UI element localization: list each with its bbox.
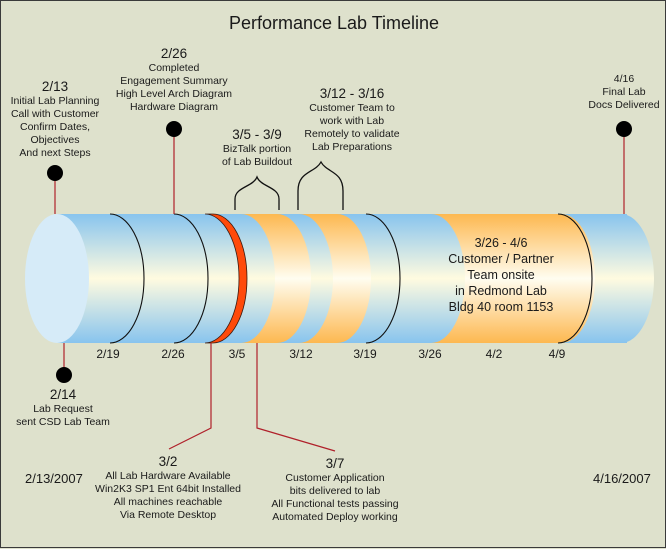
tick-label: 4/2	[485, 347, 503, 361]
milestone-4-16: 4/16 Final Lab Docs Delivered	[584, 73, 664, 112]
onsite-line: Bldg 40 room 1153	[448, 300, 554, 314]
milestone-line: Call with Customer	[10, 108, 100, 120]
tick-label: 2/26	[161, 347, 185, 361]
brace-3-12-3-16	[297, 160, 344, 210]
milestone-3-7: 3/7 Customer Application bits delivered …	[265, 456, 405, 524]
range-line: work with Lab	[319, 115, 385, 127]
milestone-date: 2/14	[49, 387, 77, 402]
onsite-line: Customer / Partner	[448, 252, 554, 266]
milestone-line: All Lab Hardware Available	[105, 470, 231, 482]
range-line: Lab Preparations	[312, 141, 392, 153]
milestone-3-2: 3/2 All Lab Hardware Available Win2K3 SP…	[91, 454, 245, 522]
milestone-line: Lab Request	[33, 403, 93, 415]
tube-end-cap	[621, 214, 655, 343]
milestone-line: Customer Application	[285, 472, 385, 484]
milestone-line: All machines reachable	[113, 496, 223, 508]
milestone-line: All Functional tests passing	[271, 498, 399, 510]
tick-label: 3/12	[289, 347, 313, 361]
milestone-2-13: 2/13 Initial Lab Planning Call with Cust…	[5, 79, 105, 160]
range-3-12-3-16: 3/12 - 3/16 Customer Team to work with L…	[297, 86, 407, 154]
milestone-line: Engagement Summary	[120, 75, 228, 87]
milestone-line: Final Lab	[602, 86, 646, 98]
tick-label: 3/19	[353, 347, 377, 361]
tick-label: 2/19	[96, 347, 120, 361]
milestone-date: 2/13	[41, 79, 69, 94]
milestone-2-26: 2/26 Completed Engagement Summary High L…	[114, 46, 234, 114]
range-line: Customer Team to	[309, 102, 395, 114]
milestone-line: High Level Arch Diagram	[115, 88, 233, 100]
dot-4-16	[616, 121, 632, 137]
milestone-line: Confirm Dates,	[19, 121, 91, 133]
milestone-line: Completed	[148, 62, 200, 74]
milestone-line: Hardware Diagram	[129, 101, 219, 113]
tube-start-cap	[25, 214, 89, 343]
brace-3-5-3-9	[234, 175, 280, 210]
tick-label: 4/9	[548, 347, 566, 361]
milestone-date: 3/2	[158, 454, 178, 469]
onsite-line: in Redmond Lab	[455, 284, 547, 298]
onsite-date: 3/26 - 4/6	[474, 236, 528, 250]
range-line: BizTalk portion	[222, 143, 292, 155]
onsite-line: Team onsite	[467, 268, 535, 282]
timeline-diagram: Performance Lab Timeline 2/13 Initial La…	[0, 0, 666, 548]
milestone-2-14: 2/14 Lab Request sent CSD Lab Team	[11, 387, 115, 429]
range-date: 3/12 - 3/16	[319, 86, 385, 101]
dot-2-13	[47, 165, 63, 181]
dot-2-14	[56, 367, 72, 383]
milestone-line: And next Steps	[19, 147, 91, 159]
milestone-line: Win2K3 SP1 Ent 64bit Installed	[95, 483, 241, 495]
milestone-date: 3/7	[325, 456, 345, 471]
start-date: 2/13/2007	[25, 471, 83, 486]
onsite-label: 3/26 - 4/6 Customer / Partner Team onsit…	[441, 235, 561, 315]
milestone-line: bits delivered to lab	[289, 485, 381, 497]
milestone-line: Initial Lab Planning	[10, 95, 100, 107]
end-date: 4/16/2007	[593, 471, 651, 486]
page-title: Performance Lab Timeline	[228, 13, 440, 33]
tick-label: 3/5	[228, 347, 246, 361]
range-line: of Lab Buildout	[221, 156, 293, 168]
range-line: Remotely to validate	[304, 128, 400, 140]
milestone-line: Docs Delivered	[588, 99, 660, 111]
milestone-date: 2/26	[160, 46, 188, 61]
tick-label: 3/26	[418, 347, 442, 361]
milestone-line: sent CSD Lab Team	[16, 416, 110, 428]
dot-2-26	[166, 121, 182, 137]
range-date: 3/5 - 3/9	[232, 127, 282, 142]
milestone-date: 4/16	[613, 73, 635, 85]
milestone-line: Automated Deploy working	[272, 511, 398, 523]
milestone-line: Objectives	[30, 134, 80, 146]
milestone-line: Via Remote Desktop	[119, 509, 217, 521]
range-3-5-3-9: 3/5 - 3/9 BizTalk portion of Lab Buildou…	[217, 127, 297, 169]
